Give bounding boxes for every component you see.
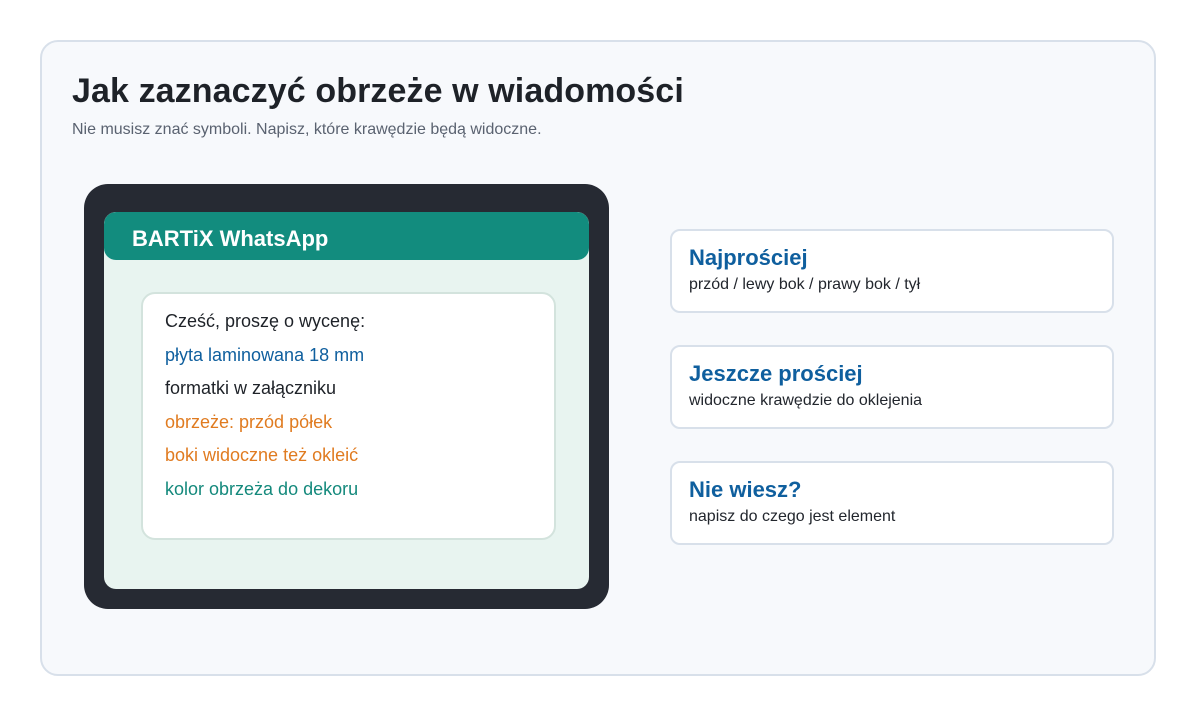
tip-title: Jeszcze prościej	[689, 361, 863, 386]
message-line-formats: formatki w załączniku	[165, 378, 337, 398]
tip-card-dont-know: Nie wiesz? napisz do czego jest element	[670, 461, 1114, 545]
tip-title: Najprościej	[689, 245, 808, 270]
message-line-edge-front: obrzeże: przód półek	[165, 412, 333, 432]
tip-text: przód / lewy bok / prawy bok / tył	[689, 276, 921, 293]
page-subtitle: Nie musisz znać symboli. Napisz, które k…	[72, 121, 542, 138]
tip-text: widoczne krawędzie do oklejenia	[689, 392, 923, 409]
tip-card-simplest: Najprościej przód / lewy bok / prawy bok…	[670, 229, 1114, 313]
info-card: Jak zaznaczyć obrzeże w wiadomości Nie m…	[40, 40, 1156, 676]
message-line-edge-color: kolor obrzeża do dekoru	[165, 479, 359, 499]
chat-screen: BARTiX WhatsApp Cześć, proszę o wycenę: …	[104, 212, 589, 589]
chat-header: BARTiX WhatsApp	[104, 212, 589, 260]
chat-app-name: BARTiX WhatsApp	[132, 226, 329, 251]
message-line-board: płyta laminowana 18 mm	[165, 345, 365, 365]
message-bubble: Cześć, proszę o wycenę: płyta laminowana…	[141, 292, 556, 540]
tip-title: Nie wiesz?	[689, 477, 802, 502]
message-line-greeting: Cześć, proszę o wycenę:	[165, 311, 366, 331]
tip-text: napisz do czego jest element	[689, 508, 896, 525]
message-line-edge-sides: boki widoczne też okleić	[165, 445, 359, 465]
phone-mockup: BARTiX WhatsApp Cześć, proszę o wycenę: …	[84, 184, 609, 609]
page-title: Jak zaznaczyć obrzeże w wiadomości	[72, 72, 684, 110]
tip-card-even-simpler: Jeszcze prościej widoczne krawędzie do o…	[670, 345, 1114, 429]
